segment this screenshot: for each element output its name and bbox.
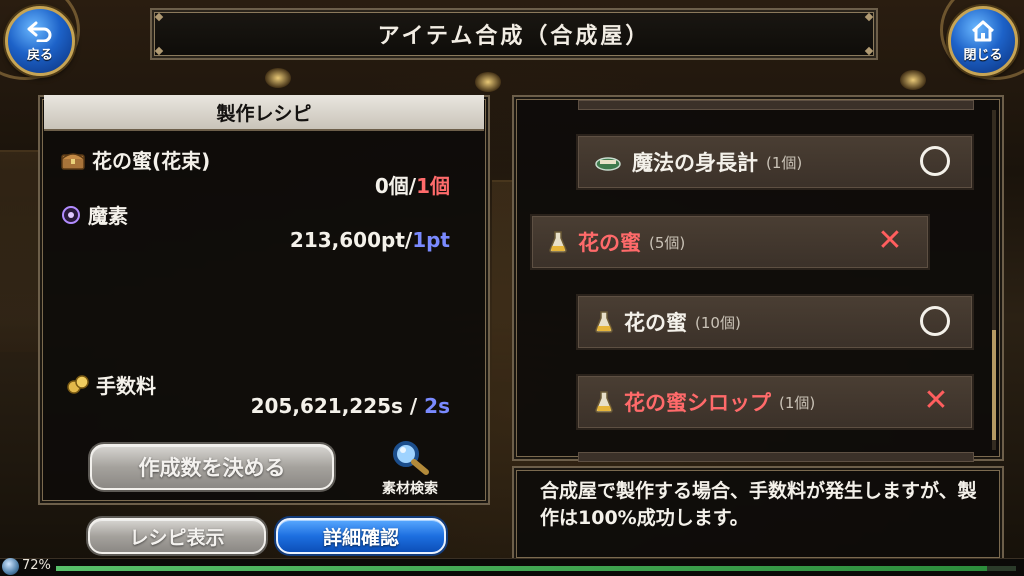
close-button-label: 閉じる: [963, 47, 1003, 63]
fee-amount: 205,621,225s / 2s: [210, 394, 450, 418]
material-search-button[interactable]: 素材検索: [365, 438, 455, 500]
list-item[interactable]: 花の蜜 (5個) ✕: [530, 214, 930, 270]
title-corner-decoration: [154, 12, 164, 22]
have-count: 213,600pt: [289, 228, 405, 252]
list-item-name: 花の蜜: [624, 311, 687, 335]
list-item-partial: [578, 452, 974, 462]
recipe-item-row: 魔素: [60, 200, 128, 229]
background-shelf: [0, 150, 40, 352]
fee-have: 205,621,225s: [250, 394, 403, 418]
back-button[interactable]: 戻る: [5, 6, 75, 76]
list-item[interactable]: 花の蜜シロップ (1個) ✕: [576, 374, 974, 430]
title-corner-decoration: [154, 46, 164, 56]
flask-icon: [548, 230, 568, 254]
game-screen: 戻る 閉じる アイテム合成（合成屋） 製作レシピ 花の蜜(花束) 0個/1個 魔…: [0, 0, 1024, 576]
ng-cross-icon: ✕: [877, 223, 903, 258]
list-item[interactable]: 魔法の身長計 (1個): [576, 134, 974, 190]
coins-icon: [66, 374, 90, 396]
recipe-item-amount: 0個/1個: [250, 170, 450, 199]
return-arrow-icon: [27, 21, 52, 42]
magnifier-icon: [393, 441, 429, 475]
list-item-qty: (1個): [766, 153, 803, 172]
flask-icon: [594, 310, 614, 334]
material-search-label: 素材検索: [382, 481, 438, 497]
detail-check-button[interactable]: 詳細確認: [276, 518, 446, 554]
list-item[interactable]: 花の蜜 (10個): [576, 294, 974, 350]
list-item-qty: (1個): [779, 393, 816, 412]
title-bar: アイテム合成（合成屋）: [150, 8, 878, 60]
need-count: 1pt: [412, 228, 450, 252]
list-scrollbar-thumb[interactable]: [992, 330, 996, 440]
recipe-item-name: 魔素: [88, 204, 128, 228]
list-item-qty: (5個): [649, 233, 686, 252]
background-shelf: [492, 180, 512, 382]
have-count: 0個: [374, 174, 409, 198]
recipe-panel-title: 製作レシピ: [216, 102, 312, 125]
home-icon: [971, 20, 995, 41]
lamp-icon: [900, 70, 926, 90]
list-item-name: 魔法の身長計: [632, 151, 758, 175]
fee-row: 手数料: [66, 370, 156, 399]
list-item-partial: [578, 100, 974, 110]
ok-circle-icon: [920, 146, 952, 178]
title-corner-decoration: [864, 12, 874, 22]
lamp-icon: [475, 72, 501, 92]
decide-quantity-button[interactable]: 作成数を決める: [90, 444, 334, 490]
page-title: アイテム合成（合成屋）: [377, 24, 651, 49]
title-corner-decoration: [864, 46, 874, 56]
back-button-label: 戻る: [26, 47, 53, 63]
list-item-name: 花の蜜: [578, 231, 641, 255]
info-message: 合成屋で製作する場合、手数料が発生しますが、製作は100%成功します。: [540, 480, 977, 529]
list-item-name: 花の蜜シロップ: [624, 391, 771, 415]
amount-separator: /: [408, 174, 417, 198]
list-item-qty: (10個): [695, 313, 741, 332]
amount-separator: /: [402, 394, 425, 418]
hp-bar: [56, 566, 1016, 571]
ng-cross-icon: ✕: [923, 383, 949, 418]
status-orb-icon: [2, 558, 19, 575]
recipe-item-row: 花の蜜(花束): [60, 145, 210, 174]
recipe-panel-header: 製作レシピ: [44, 95, 484, 131]
close-button[interactable]: 閉じる: [948, 6, 1018, 76]
recipe-item-name: 花の蜜(花束): [92, 149, 211, 173]
flask-icon: [594, 390, 614, 414]
status-percent: 72%: [22, 558, 51, 573]
chest-icon: [60, 149, 86, 171]
recipe-view-button[interactable]: レシピ表示: [88, 518, 266, 554]
need-count: 1個: [416, 174, 450, 198]
purple-orb-icon: [60, 204, 82, 226]
fee-need: 2s: [424, 394, 450, 418]
recipe-item-amount: 213,600pt/1pt: [230, 228, 450, 252]
measure-icon: [594, 152, 622, 172]
lamp-icon: [265, 68, 291, 88]
ok-circle-icon: [920, 306, 952, 338]
hp-bar-fill: [56, 566, 988, 571]
fee-label: 手数料: [96, 374, 156, 398]
